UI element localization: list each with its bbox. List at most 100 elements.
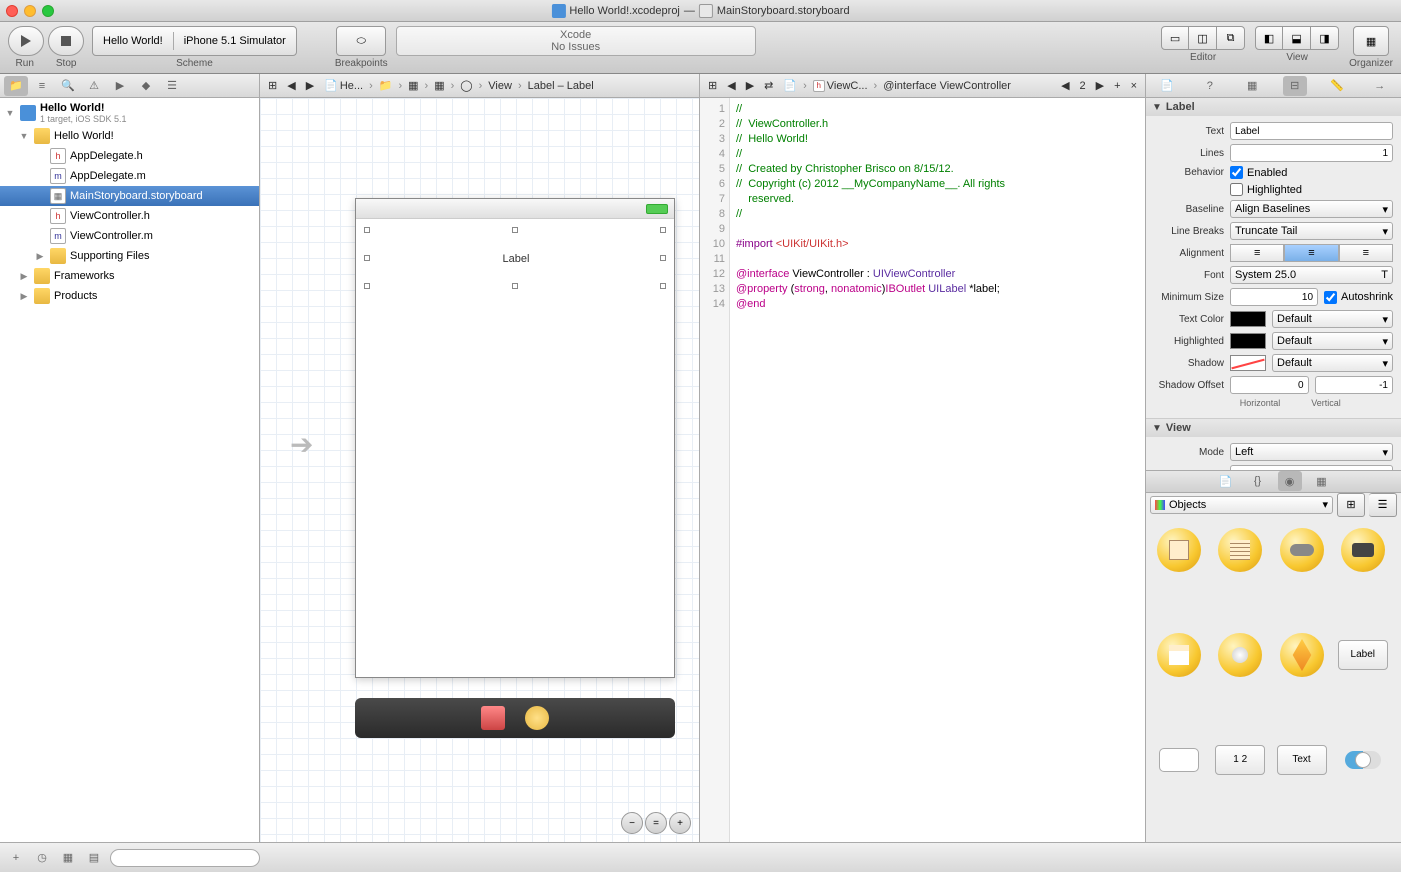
project-root[interactable]: ▼ Hello World! 1 target, iOS SDK 5.1 [0,100,259,126]
jump-view[interactable]: View [484,78,516,94]
filter-input[interactable] [110,849,260,867]
folder-item[interactable]: ▶Supporting Files [0,246,259,266]
align-center[interactable]: ≡ [1284,244,1338,262]
library-item-segmented[interactable]: 1 2 [1215,735,1265,785]
minsize-input[interactable] [1230,288,1318,306]
code-editor[interactable]: 1234567891011121314 // // ViewController… [700,98,1145,842]
view-controller-icon[interactable] [525,706,549,730]
products-folder[interactable]: ▶Products [0,286,259,306]
scene-dock[interactable] [355,698,675,738]
view-navigator[interactable]: ◧ [1255,26,1283,50]
log-navigator-tab[interactable]: ☰ [160,76,184,96]
view-debug[interactable]: ⬓ [1283,26,1311,50]
jump-vc2-icon[interactable]: ▦ [430,77,448,94]
align-right[interactable]: ≡ [1339,244,1393,262]
enabled-checkbox[interactable]: Enabled [1230,166,1287,179]
lines-input[interactable] [1230,144,1393,162]
zoom-button[interactable] [42,5,54,17]
editor-assistant[interactable]: ◫ [1189,26,1217,50]
jump-interface[interactable]: @interface ViewController [879,78,1015,94]
highlighted-color-well[interactable] [1230,333,1266,349]
jump-vc-icon[interactable]: ▦ [404,77,422,94]
library-item-textfield[interactable]: Text [1277,735,1327,785]
selection-handle[interactable] [364,227,370,233]
library-item-label[interactable]: Label [1338,630,1388,680]
close-pane-icon[interactable]: × [1127,78,1141,94]
jump-file-icon[interactable]: 📄 [779,77,801,94]
jump-file[interactable]: h ViewC... [809,78,872,94]
file-item[interactable]: hViewController.h [0,206,259,226]
jump-related-icon[interactable]: ⊞ [704,77,721,94]
file-inspector-tab[interactable]: 📄 [1155,76,1179,96]
text-color-select[interactable]: Default▾ [1272,310,1393,328]
first-responder-icon[interactable] [481,706,505,730]
jump-back-icon[interactable]: ◀ [723,77,739,94]
shadow-color-select[interactable]: Default▾ [1272,354,1393,372]
file-item[interactable]: mAppDelegate.m [0,166,259,186]
breakpoint-navigator-tab[interactable]: ◆ [134,76,158,96]
highlighted-color-select[interactable]: Default▾ [1272,332,1393,350]
align-left[interactable]: ≡ [1230,244,1284,262]
size-inspector-tab[interactable]: 📏 [1325,76,1349,96]
identity-inspector-tab[interactable]: ▦ [1240,76,1264,96]
zoom-fit-button[interactable]: = [645,812,667,834]
zoom-in-button[interactable]: + [669,812,691,834]
selection-handle[interactable] [512,227,518,233]
list-view-icon[interactable]: ☰ [1369,493,1397,517]
media-library-tab[interactable]: ▦ [1310,471,1334,491]
project-navigator-tab[interactable]: 📁 [4,76,28,96]
selection-handle[interactable] [364,255,370,261]
zoom-out-button[interactable]: − [621,812,643,834]
jump-related-icon[interactable]: ⊞ [264,77,281,94]
jump-back-icon[interactable]: ◀ [283,77,299,94]
frameworks-folder[interactable]: ▶Frameworks [0,266,259,286]
snippet-tab[interactable]: {} [1246,471,1270,491]
mode-select[interactable]: Left▾ [1230,443,1393,461]
jump-forward-icon[interactable]: ▶ [302,77,318,94]
add-pane-icon[interactable]: + [1110,78,1124,94]
breakpoints-button[interactable]: ⬭ [336,26,386,56]
file-item[interactable]: hAppDelegate.h [0,146,259,166]
scheme-selector[interactable]: Hello World! iPhone 5.1 Simulator [92,26,297,56]
symbol-navigator-tab[interactable]: ≡ [30,76,54,96]
text-input[interactable] [1230,122,1393,140]
jump-label[interactable]: Label – Label [524,78,598,94]
library-item-rounded[interactable] [1154,735,1204,785]
library-filter[interactable]: Objects▾ [1150,496,1333,514]
file-item[interactable]: mViewController.m [0,226,259,246]
library-item-button[interactable] [1277,525,1327,575]
shadow-color-well[interactable] [1230,355,1266,371]
close-button[interactable] [6,5,18,17]
uilabel-element[interactable]: Label [366,229,666,289]
filter-icon[interactable]: ◷ [32,849,52,867]
code-content[interactable]: // // ViewController.h // Hello World! /… [730,98,1145,842]
library-item-switch[interactable] [1338,735,1388,785]
font-select[interactable]: System 25.0T [1230,266,1393,284]
text-color-well[interactable] [1230,311,1266,327]
storyboard-canvas[interactable]: ➔ Label [260,98,699,842]
library-item-object[interactable] [1277,630,1327,680]
minimize-button[interactable] [24,5,36,17]
linebreaks-select[interactable]: Truncate Tail▾ [1230,222,1393,240]
library-item-tableview[interactable] [1215,525,1265,575]
debug-navigator-tab[interactable]: ▶ [108,76,132,96]
help-inspector-tab[interactable]: ? [1198,76,1222,96]
file-item-selected[interactable]: ▦MainStoryboard.storyboard [0,186,259,206]
object-library-tab[interactable]: ◉ [1278,471,1302,491]
selection-handle[interactable] [660,283,666,289]
library-item-nav[interactable] [1154,630,1204,680]
jump-folder[interactable]: 📁 [375,77,397,94]
root-folder[interactable]: ▼Hello World! [0,126,259,146]
jump-scene-icon[interactable]: ◯ [456,77,476,94]
shadow-v-input[interactable] [1315,376,1394,394]
editor-standard[interactable]: ▭ [1161,26,1189,50]
shadow-h-input[interactable] [1230,376,1309,394]
selection-handle[interactable] [660,255,666,261]
jump-file[interactable]: 📄 He... [320,77,367,94]
connections-inspector-tab[interactable]: → [1368,76,1392,96]
library-item-barbutton[interactable] [1338,525,1388,575]
device-frame[interactable]: Label [355,198,675,678]
selection-handle[interactable] [364,283,370,289]
add-button[interactable]: + [6,849,26,867]
issue-navigator-tab[interactable]: ⚠ [82,76,106,96]
